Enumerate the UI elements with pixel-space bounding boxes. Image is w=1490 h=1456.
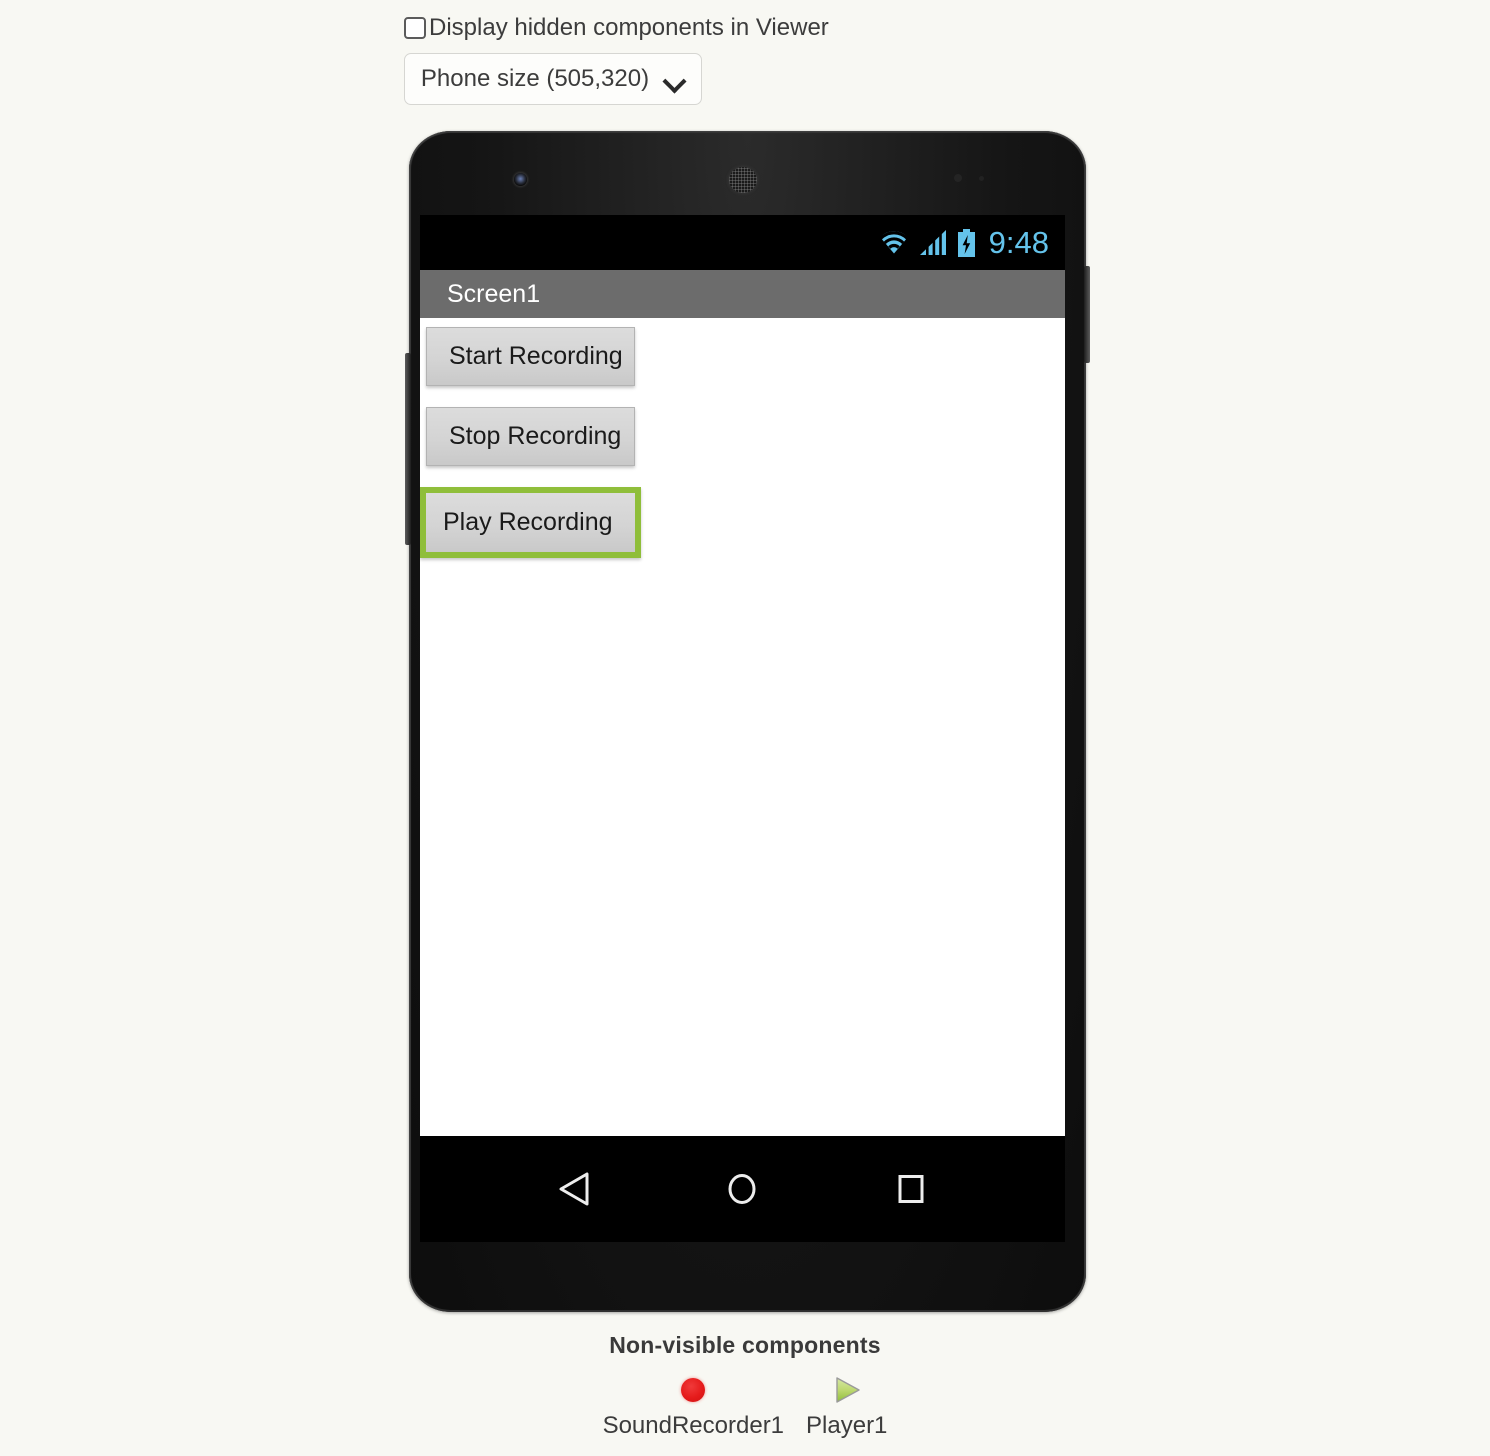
screen-title-bar: Screen1 (420, 270, 1065, 318)
triangle-back-icon[interactable] (558, 1172, 590, 1206)
proximity-sensor-icon (954, 174, 962, 182)
viewer-size-select[interactable]: Phone size (505,320) (404, 53, 702, 105)
non-visible-components-list: SoundRecorder1 Player1 (0, 1373, 1490, 1440)
display-hidden-components-label: Display hidden components in Viewer (429, 14, 829, 41)
cell-signal-icon (919, 229, 946, 255)
square-recents-icon[interactable] (895, 1172, 927, 1206)
non-visible-components-section: Non-visible components SoundRecorder1 Pl… (0, 1332, 1490, 1440)
power-button[interactable] (1084, 266, 1090, 363)
phone-screen: 9:48 Screen1 Start Recording Stop Record… (420, 215, 1065, 1242)
status-bar-time: 9:48 (988, 225, 1049, 260)
viewer-button-label: Stop Recording (449, 422, 622, 450)
display-hidden-components-checkbox[interactable] (404, 17, 426, 39)
viewer-button-label: Start Recording (449, 342, 623, 370)
viewer-button-start-recording[interactable]: Start Recording (426, 327, 635, 386)
viewer-form-area[interactable]: Start Recording Stop Recording Play Reco… (420, 318, 1065, 1136)
battery-charging-icon (957, 228, 975, 257)
non-visible-components-title: Non-visible components (609, 1332, 881, 1358)
android-navigation-bar (420, 1136, 1065, 1242)
viewer-size-selected-value: Phone size (505,320) (420, 65, 650, 92)
viewer-button-play-recording[interactable]: Play Recording (420, 487, 641, 558)
record-dot-icon-wrap (681, 1373, 706, 1407)
light-sensor-icon (979, 176, 984, 181)
front-camera-icon (514, 173, 527, 186)
play-triangle-icon (836, 1377, 860, 1403)
non-visible-component-player1[interactable]: Player1 (806, 1373, 887, 1440)
volume-rocker-button[interactable] (405, 353, 411, 545)
circle-home-icon[interactable] (726, 1172, 758, 1206)
non-visible-component-soundrecorder1[interactable]: SoundRecorder1 (603, 1373, 784, 1440)
chevron-down-icon (665, 73, 685, 85)
phone-viewer-mockup: 9:48 Screen1 Start Recording Stop Record… (405, 131, 1090, 1312)
wifi-icon (878, 229, 910, 255)
viewer-controls: Display hidden components in Viewer Phon… (404, 14, 1104, 105)
viewer-button-stop-recording[interactable]: Stop Recording (426, 407, 635, 466)
button-list: Start Recording Stop Recording Play Reco… (420, 327, 1065, 558)
play-triangle-icon-wrap (832, 1373, 862, 1407)
non-visible-component-label: SoundRecorder1 (602, 1412, 785, 1439)
record-dot-icon (681, 1378, 706, 1402)
viewer-button-label: Play Recording (443, 508, 613, 536)
earpiece-speaker-icon (729, 167, 757, 193)
display-hidden-components-row[interactable]: Display hidden components in Viewer (404, 14, 1104, 46)
screen-title: Screen1 (447, 279, 541, 308)
android-status-bar: 9:48 (420, 215, 1065, 270)
non-visible-component-label: Player1 (806, 1412, 888, 1439)
